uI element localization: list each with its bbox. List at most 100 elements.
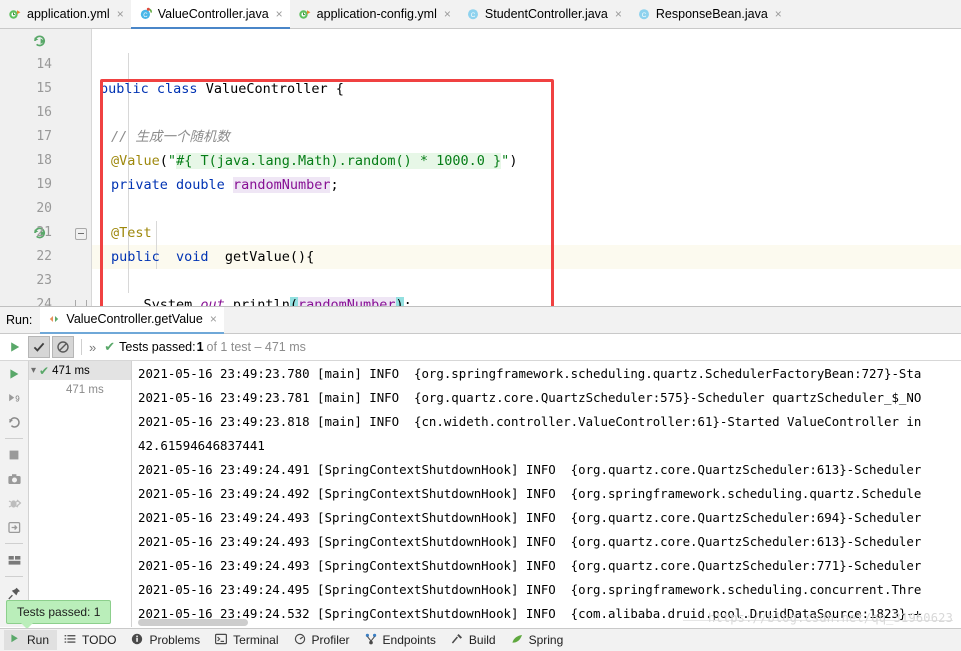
layout-settings-icon[interactable]: [3, 549, 25, 571]
status-bar-label: Problems: [149, 633, 201, 647]
code-line: 25 }: [0, 293, 961, 306]
debug-icon[interactable]: [3, 492, 25, 514]
close-icon[interactable]: ×: [613, 8, 622, 20]
editor-tab-valuecontroller-java[interactable]: C ValueController.java ×: [130, 0, 290, 29]
console-horizontal-scrollbar[interactable]: [138, 619, 248, 626]
show-ignored-tests-button[interactable]: [52, 336, 74, 358]
code-line: 15: [0, 53, 961, 96]
spring-leaf-icon: [511, 633, 525, 647]
toolbar-separator: [5, 576, 23, 577]
run-console[interactable]: 2021-05-16 23:49:23.780 [main] INFO {org…: [132, 361, 961, 627]
code-content: 14 public class ValueController { 15 16 …: [0, 29, 961, 306]
console-line: 2021-05-16 23:49:23.781 [main] INFO {org…: [138, 390, 922, 405]
console-line: 2021-05-16 23:49:23.780 [main] INFO {org…: [138, 366, 922, 381]
run-tab-valuecontroller-getvalue[interactable]: ValueController.getValue ×: [40, 306, 224, 334]
editor-tab-label: application.yml: [27, 7, 110, 21]
editor-tab-responsebean-java[interactable]: C ResponseBean.java ×: [628, 0, 789, 28]
status-bar-item-build[interactable]: Build: [446, 630, 504, 650]
rerun-button[interactable]: [4, 336, 26, 358]
editor-tab-studentcontroller-java[interactable]: C StudentController.java ×: [457, 0, 629, 28]
status-bar: Run TODO Problems Terminal Profiler Endp…: [0, 628, 961, 651]
editor-tab-label: ValueController.java: [157, 7, 269, 21]
console-line: 2021-05-16 23:49:24.492 [SpringContextSh…: [138, 486, 922, 501]
rerun-tests-icon[interactable]: [3, 363, 25, 385]
close-icon[interactable]: ×: [773, 8, 782, 20]
status-bar-label: Spring: [528, 633, 564, 647]
console-line: 2021-05-16 23:49:24.493 [SpringContextSh…: [138, 510, 922, 525]
run-side-toolbar: 9: [0, 361, 29, 627]
rerun-failed-tests-icon[interactable]: 9: [3, 387, 25, 409]
code-line: 14 public class ValueController {: [0, 29, 961, 97]
close-icon[interactable]: ×: [208, 313, 217, 325]
editor-tab-application-yml[interactable]: application.yml ×: [0, 0, 131, 28]
toolbar-separator: [5, 438, 23, 439]
java-class-icon: C: [637, 7, 651, 21]
status-bar-item-todo[interactable]: TODO: [59, 630, 124, 650]
ide-window: application.yml × C ValueController.java…: [0, 0, 961, 651]
java-class-icon-spring: C: [139, 7, 153, 21]
test-results-tree[interactable]: ▾ ✔ 471 ms 471 ms: [29, 361, 132, 627]
tests-status: ✔ Tests passed: 1 of 1 test – 471 ms: [98, 339, 306, 355]
tests-passed-tooltip: Tests passed: 1: [6, 600, 112, 629]
editor-tab-application-config-yml[interactable]: application-config.yml ×: [289, 0, 458, 28]
code-line: 17 @Value("#{ T(java.lang.Math).random()…: [0, 101, 961, 169]
chevron-down-icon[interactable]: ▾: [31, 365, 36, 376]
status-bar-label: Build: [468, 633, 496, 647]
rerun-automatically-icon[interactable]: [3, 411, 25, 433]
yaml-file-icon: [298, 7, 312, 21]
watermark-rule: [683, 620, 953, 621]
code-editor[interactable]: 14 public class ValueController { 15 16 …: [0, 29, 961, 306]
show-passed-tests-button[interactable]: [28, 336, 50, 358]
run-toolbar: » ✔ Tests passed: 1 of 1 test – 471 ms: [0, 334, 961, 361]
status-bar-label: Run: [27, 633, 50, 647]
console-line: 2021-05-16 23:49:24.493 [SpringContextSh…: [138, 558, 922, 573]
stop-process-icon[interactable]: [3, 444, 25, 466]
list-icon: [64, 633, 78, 647]
svg-text:C: C: [642, 12, 647, 19]
screenshot-icon[interactable]: [3, 468, 25, 490]
info-icon: [131, 633, 145, 647]
code-line: 20 @Test: [0, 173, 961, 241]
status-bar-item-problems[interactable]: Problems: [126, 630, 208, 650]
code-line: 21 public void getValue(){: [0, 197, 961, 265]
run-tool-window: Run: ValueController.getValue × » ✔ Test…: [0, 306, 961, 627]
tests-summary-suffix: of 1 test – 471 ms: [206, 340, 306, 354]
toolbar-separator: [5, 543, 23, 544]
code-line: 19: [0, 149, 961, 192]
status-bar-item-run[interactable]: Run: [4, 630, 58, 650]
terminal-icon: [215, 633, 229, 647]
svg-text:C: C: [471, 12, 476, 19]
status-bar-item-spring[interactable]: Spring: [506, 630, 572, 650]
code-line: 24 }: [0, 269, 961, 306]
export-test-results-icon[interactable]: [3, 516, 25, 538]
run-tab-label: ValueController.getValue: [66, 312, 203, 326]
play-icon: [9, 633, 23, 647]
test-duration: 471 ms: [52, 364, 90, 377]
test-tree-row-child[interactable]: 471 ms: [29, 380, 131, 399]
status-bar-item-profiler[interactable]: Profiler: [289, 630, 358, 650]
run-window-body: 9 ▾ ✔ 471 ms 471 ms 2021-05-16 23:49:23.…: [0, 361, 961, 627]
test-tree-row-root[interactable]: ▾ ✔ 471 ms: [29, 361, 131, 380]
status-bar-label: Terminal: [233, 633, 279, 647]
console-line: 2021-05-16 23:49:23.818 [main] INFO {cn.…: [138, 414, 922, 429]
code-line: 16 // 生成一个随机数: [0, 77, 961, 145]
svg-text:C: C: [143, 13, 148, 19]
console-line: 2021-05-16 23:49:24.493 [SpringContextSh…: [138, 534, 922, 549]
code-line: 23 System.out.println(randomNumber);: [0, 245, 961, 306]
close-icon[interactable]: ×: [115, 8, 124, 20]
test-passed-icon: ✔: [39, 363, 50, 378]
status-bar-item-terminal[interactable]: Terminal: [210, 630, 286, 650]
close-icon[interactable]: ×: [274, 8, 283, 20]
run-configuration-icon: [47, 312, 61, 326]
code-line: 18 private double randomNumber;: [0, 125, 961, 193]
profiler-icon: [294, 633, 308, 647]
toolbar-separator: [81, 339, 82, 355]
status-bar-item-endpoints[interactable]: Endpoints: [360, 630, 444, 650]
hammer-icon: [451, 633, 465, 647]
close-icon[interactable]: ×: [442, 8, 451, 20]
java-class-icon: C: [466, 7, 480, 21]
tests-passed-label: Tests passed:: [119, 340, 196, 354]
status-bar-label: Endpoints: [382, 633, 436, 647]
toolbar-overflow-icon[interactable]: »: [89, 340, 96, 355]
code-line: 22: [0, 221, 961, 264]
